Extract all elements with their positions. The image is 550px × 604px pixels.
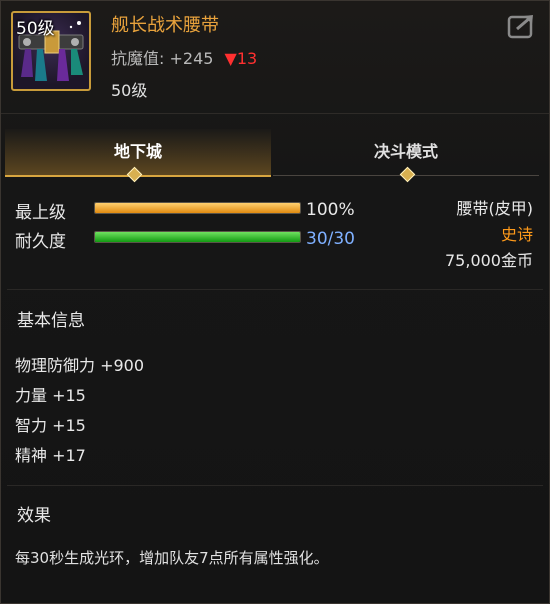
share-icon[interactable]	[507, 13, 537, 39]
icon-level-label: 50级	[16, 19, 55, 39]
grade-label: 最上级	[15, 203, 66, 223]
header-divider	[1, 113, 549, 114]
grade-bar	[94, 202, 301, 214]
grade-value: 100%	[306, 200, 355, 220]
item-tooltip: 50级 舰长战术腰带 抗魔值: +245 ▼13 50级 地下城 决斗模式 最上…	[0, 0, 550, 604]
attribute-line: 智力 +15	[15, 416, 86, 435]
stat-change: ▼13	[224, 49, 258, 68]
stat-value: +245	[169, 49, 214, 68]
item-rarity: 史诗	[500, 225, 533, 244]
item-icon[interactable]: 50级	[11, 11, 91, 91]
durability-bar-fill	[95, 232, 300, 242]
attribute-line: 力量 +15	[15, 386, 86, 405]
section-divider	[7, 289, 543, 290]
effect-title: 效果	[17, 506, 51, 526]
durability-value: 30/30	[306, 229, 355, 249]
magic-resist-line: 抗魔值: +245 ▼13	[111, 45, 257, 69]
item-level: 50级	[111, 81, 148, 100]
attribute-line: 精神 +17	[15, 446, 86, 465]
effect-text: 每30秒生成光环，增加队友7点所有属性强化。	[15, 549, 329, 567]
durability-bar	[94, 231, 301, 243]
attribute-line: 物理防御力 +900	[15, 356, 145, 375]
item-price: 75,000金币	[445, 251, 533, 270]
durability-label: 耐久度	[15, 232, 66, 252]
grade-bar-fill	[95, 203, 300, 213]
basic-info-title: 基本信息	[17, 311, 85, 331]
section-divider	[7, 485, 543, 486]
item-header: 50级 舰长战术腰带 抗魔值: +245 ▼13 50级	[1, 1, 549, 111]
item-type: 腰带(皮甲)	[456, 199, 534, 218]
stat-label: 抗魔值:	[111, 49, 165, 68]
mode-tabs: 地下城 决斗模式	[5, 129, 545, 179]
item-name: 舰长战术腰带	[111, 15, 219, 36]
